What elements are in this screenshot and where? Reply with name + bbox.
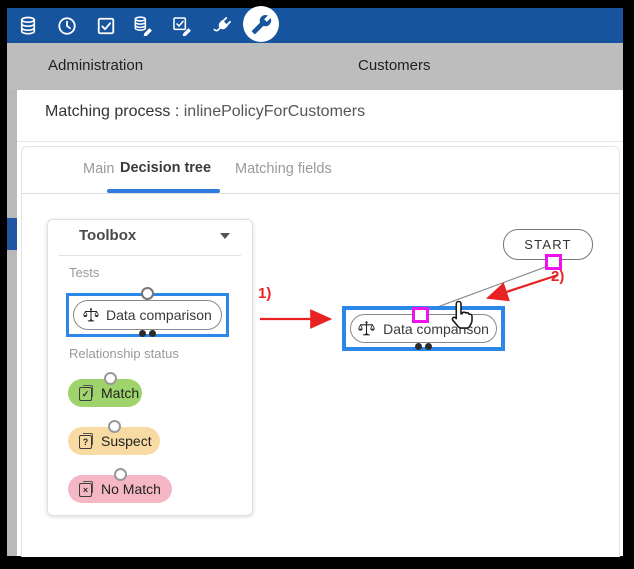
data-comparison-out-port[interactable] [149,330,156,337]
check-square-icon[interactable] [96,16,116,36]
suspect-label: Suspect [101,433,152,449]
divider [17,141,623,142]
node-connector-handle[interactable] [412,307,429,323]
annotation-label-2: 2) [551,268,564,285]
scale-icon [83,307,99,323]
match-top-port[interactable] [104,372,117,385]
main-panel: Matching process : inlinePolicyForCustom… [17,90,623,556]
suspect-question-doc-icon: ? [79,433,93,449]
page-title: Matching process : inlinePolicyForCustom… [45,101,365,123]
tab-panel: Main Decision tree Matching fields Toolb… [21,146,620,557]
database-edit-icon[interactable] [133,16,153,36]
plug-icon[interactable] [212,16,232,36]
settings-active-button[interactable] [243,6,279,42]
no-match-x-doc-icon: × [79,481,93,497]
edge-start-to-node [424,265,551,312]
annotation-label-1: 1) [258,285,271,302]
tab-main[interactable]: Main [83,161,114,177]
database-icon[interactable] [18,16,38,36]
wrench-icon [251,14,272,35]
form-edit-icon[interactable] [172,16,192,36]
hand-cursor-icon [447,299,477,335]
process-name: inlinePolicyForCustomers [184,103,365,120]
app-window: Administration Customers Matching proces… [0,0,634,569]
no-match-label: No Match [101,481,161,497]
clock-icon[interactable] [57,16,77,36]
divider [59,255,241,256]
top-navbar [7,8,623,43]
data-comparison-out-port[interactable] [139,330,146,337]
annotation-arrow-2 [488,275,558,298]
chevron-down-icon[interactable] [220,233,230,239]
tab-decision-tree[interactable]: Decision tree [120,160,211,176]
left-scrollbar-thumb[interactable] [7,218,17,250]
match-check-doc-icon: ✓ [79,385,93,401]
match-label: Match [101,385,139,401]
active-tab-underline [107,189,220,193]
section-customers[interactable]: Customers [358,57,431,74]
section-header-bar: Administration Customers [7,43,623,90]
no-match-top-port[interactable] [114,468,127,481]
tab-bar: Main Decision tree Matching fields [22,147,619,194]
data-comparison-label: Data comparison [106,307,212,323]
toolbox-panel: Toolbox Tests [47,219,253,516]
scale-icon [358,320,375,337]
toolbox-title: Toolbox [79,227,136,244]
tab-matching-fields[interactable]: Matching fields [235,161,332,177]
suspect-top-port[interactable] [108,420,121,433]
relationship-section-label: Relationship status [69,346,179,361]
section-administration[interactable]: Administration [48,57,143,74]
tests-section-label: Tests [69,265,99,280]
data-comparison-top-port[interactable] [141,287,154,300]
node-out-port[interactable] [415,343,422,350]
node-out-port[interactable] [425,343,432,350]
